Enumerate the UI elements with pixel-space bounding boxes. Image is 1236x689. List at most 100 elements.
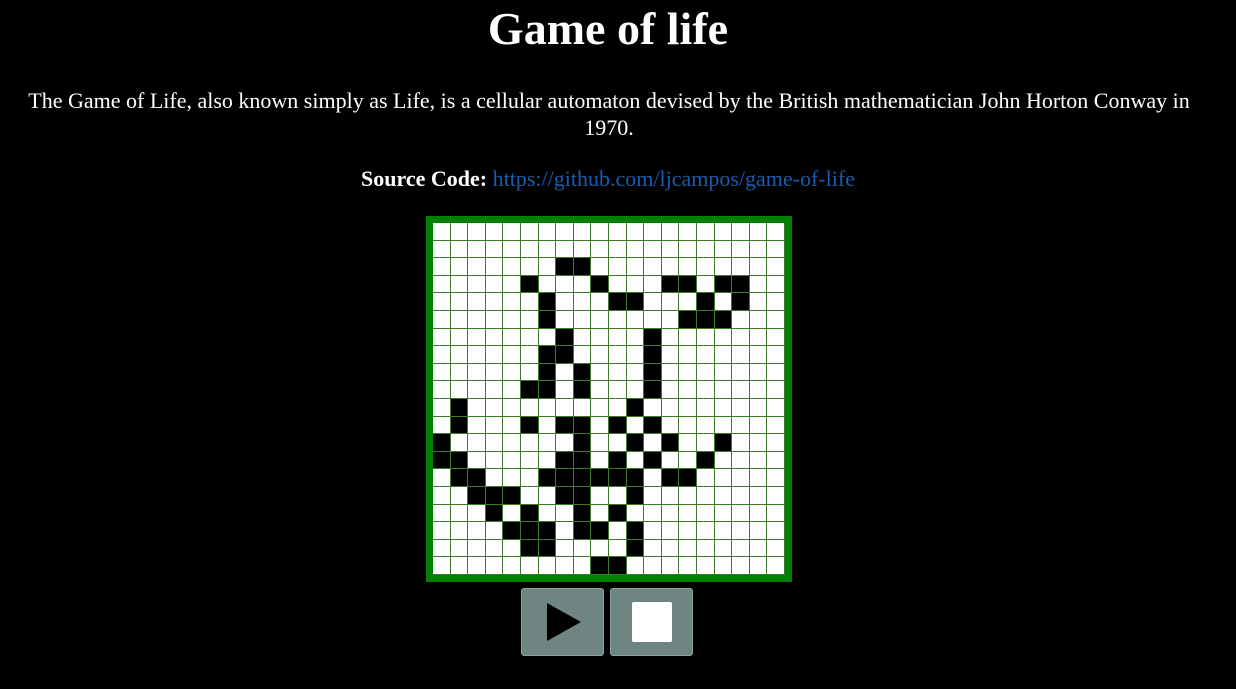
cell-dead[interactable]: [697, 522, 715, 540]
cell-dead[interactable]: [503, 223, 521, 241]
stop-button[interactable]: [610, 588, 693, 656]
cell-alive[interactable]: [556, 487, 574, 505]
cell-dead[interactable]: [732, 311, 750, 329]
cell-alive[interactable]: [450, 416, 469, 435]
cell-dead[interactable]: [767, 240, 785, 259]
cell-alive[interactable]: [538, 522, 557, 540]
cell-dead[interactable]: [697, 328, 715, 347]
cell-alive[interactable]: [644, 381, 662, 399]
cell-dead[interactable]: [468, 381, 486, 399]
cell-dead[interactable]: [433, 275, 451, 294]
cell-dead[interactable]: [732, 504, 750, 523]
cell-dead[interactable]: [450, 240, 469, 259]
cell-dead[interactable]: [732, 451, 750, 470]
cell-dead[interactable]: [609, 399, 627, 417]
cell-dead[interactable]: [538, 504, 557, 523]
cell-dead[interactable]: [749, 363, 768, 382]
cell-dead[interactable]: [538, 399, 557, 417]
cell-dead[interactable]: [521, 293, 539, 311]
cell-dead[interactable]: [626, 363, 645, 382]
cell-dead[interactable]: [433, 522, 451, 540]
cell-dead[interactable]: [661, 258, 680, 276]
cell-alive[interactable]: [450, 469, 469, 487]
cell-alive[interactable]: [626, 434, 645, 452]
cell-dead[interactable]: [714, 223, 733, 241]
cell-dead[interactable]: [609, 328, 627, 347]
cell-dead[interactable]: [661, 487, 680, 505]
cell-dead[interactable]: [767, 504, 785, 523]
cell-dead[interactable]: [697, 557, 715, 575]
cell-dead[interactable]: [485, 363, 504, 382]
cell-alive[interactable]: [556, 346, 574, 364]
cell-dead[interactable]: [732, 487, 750, 505]
cell-dead[interactable]: [503, 399, 521, 417]
cell-dead[interactable]: [697, 487, 715, 505]
cell-dead[interactable]: [714, 381, 733, 399]
cell-alive[interactable]: [591, 275, 609, 294]
cell-dead[interactable]: [503, 363, 521, 382]
cell-dead[interactable]: [661, 346, 680, 364]
cell-dead[interactable]: [767, 434, 785, 452]
cell-dead[interactable]: [556, 363, 574, 382]
cell-dead[interactable]: [433, 240, 451, 259]
cell-dead[interactable]: [468, 504, 486, 523]
cell-dead[interactable]: [767, 293, 785, 311]
cell-dead[interactable]: [503, 557, 521, 575]
cell-dead[interactable]: [714, 258, 733, 276]
cell-dead[interactable]: [503, 434, 521, 452]
cell-dead[interactable]: [468, 363, 486, 382]
cell-alive[interactable]: [485, 504, 504, 523]
source-link[interactable]: https://github.com/ljcampos/game-of-life: [493, 166, 855, 191]
cell-alive[interactable]: [626, 539, 645, 558]
cell-dead[interactable]: [644, 557, 662, 575]
cell-dead[interactable]: [433, 557, 451, 575]
cell-dead[interactable]: [749, 346, 768, 364]
cell-dead[interactable]: [644, 275, 662, 294]
cell-dead[interactable]: [644, 539, 662, 558]
cell-dead[interactable]: [556, 275, 574, 294]
cell-dead[interactable]: [697, 258, 715, 276]
cell-dead[interactable]: [609, 487, 627, 505]
cell-dead[interactable]: [749, 504, 768, 523]
cell-dead[interactable]: [609, 275, 627, 294]
cell-alive[interactable]: [714, 275, 733, 294]
cell-dead[interactable]: [521, 258, 539, 276]
cell-alive[interactable]: [609, 293, 627, 311]
cell-dead[interactable]: [450, 346, 469, 364]
cell-alive[interactable]: [732, 275, 750, 294]
cell-dead[interactable]: [679, 363, 697, 382]
cell-dead[interactable]: [538, 434, 557, 452]
cell-alive[interactable]: [573, 469, 592, 487]
cell-alive[interactable]: [661, 434, 680, 452]
cell-dead[interactable]: [591, 539, 609, 558]
cell-dead[interactable]: [732, 258, 750, 276]
cell-dead[interactable]: [521, 451, 539, 470]
cell-dead[interactable]: [661, 328, 680, 347]
cell-dead[interactable]: [556, 223, 574, 241]
cell-alive[interactable]: [521, 504, 539, 523]
cell-dead[interactable]: [767, 522, 785, 540]
cell-alive[interactable]: [503, 522, 521, 540]
cell-dead[interactable]: [644, 504, 662, 523]
cell-dead[interactable]: [556, 381, 574, 399]
cell-alive[interactable]: [573, 434, 592, 452]
cell-dead[interactable]: [749, 240, 768, 259]
cell-dead[interactable]: [644, 293, 662, 311]
cell-alive[interactable]: [644, 346, 662, 364]
cell-dead[interactable]: [661, 363, 680, 382]
cell-dead[interactable]: [714, 539, 733, 558]
cell-dead[interactable]: [661, 451, 680, 470]
cell-dead[interactable]: [626, 504, 645, 523]
cell-alive[interactable]: [661, 275, 680, 294]
cell-dead[interactable]: [767, 311, 785, 329]
cell-alive[interactable]: [556, 451, 574, 470]
cell-dead[interactable]: [433, 311, 451, 329]
cell-dead[interactable]: [732, 469, 750, 487]
cell-dead[interactable]: [661, 399, 680, 417]
cell-dead[interactable]: [433, 539, 451, 558]
cell-dead[interactable]: [433, 469, 451, 487]
cell-dead[interactable]: [556, 240, 574, 259]
cell-dead[interactable]: [450, 539, 469, 558]
cell-dead[interactable]: [749, 487, 768, 505]
cell-alive[interactable]: [521, 381, 539, 399]
